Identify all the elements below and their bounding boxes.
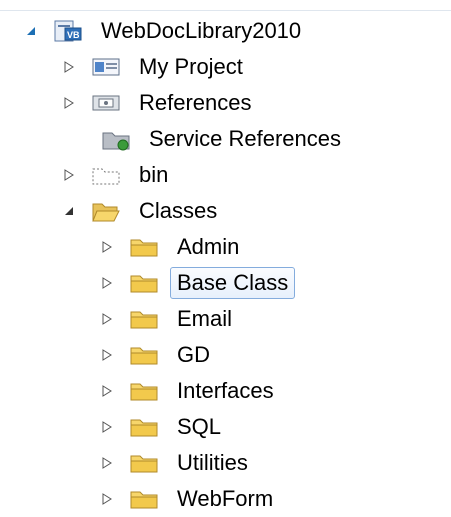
service-references-icon: [100, 127, 132, 151]
classes-label: Classes: [139, 198, 218, 223]
tree-node-webform[interactable]: WebForm: [100, 481, 280, 517]
folder-label: Interfaces: [177, 378, 274, 403]
folder-icon: [128, 307, 160, 331]
tree-node-utilities[interactable]: Utilities: [100, 445, 255, 481]
collapsed-arrow-icon[interactable]: [100, 240, 114, 254]
collapsed-arrow-icon[interactable]: [100, 276, 114, 290]
tree-node-gd[interactable]: GD: [100, 337, 217, 373]
collapsed-arrow-icon[interactable]: [100, 348, 114, 362]
folder-icon: [128, 343, 160, 367]
references-label: References: [139, 90, 252, 115]
tree-node-admin[interactable]: Admin: [100, 229, 246, 265]
collapsed-arrow-icon[interactable]: [100, 492, 114, 506]
expanded-arrow-icon[interactable]: [24, 24, 38, 38]
tree-node-email[interactable]: Email: [100, 301, 239, 337]
folder-label: GD: [177, 342, 210, 367]
my-project-label: My Project: [139, 54, 243, 79]
folder-label: Email: [177, 306, 233, 331]
collapsed-arrow-icon[interactable]: [100, 420, 114, 434]
folder-icon: [128, 451, 160, 475]
collapsed-arrow-icon[interactable]: [100, 312, 114, 326]
folder-icon: [128, 415, 160, 439]
folder-icon: [128, 487, 160, 511]
collapsed-arrow-icon[interactable]: [100, 456, 114, 470]
tree-node-references[interactable]: References: [62, 85, 259, 121]
tree-node-base-class[interactable]: Base Class: [100, 265, 296, 301]
solution-explorer-panel: VB WebDocLibrary2010 My Project Referenc…: [0, 0, 451, 511]
svg-text:VB: VB: [67, 30, 80, 40]
tree-node-service-references[interactable]: Service References: [90, 121, 348, 157]
folder-label: WebForm: [177, 486, 274, 511]
tree-node-my-project[interactable]: My Project: [62, 49, 250, 85]
folder-label: SQL: [177, 414, 222, 439]
tree-node-interfaces[interactable]: Interfaces: [100, 373, 281, 409]
bin-label: bin: [139, 162, 169, 187]
folder-label: Utilities: [177, 450, 248, 475]
folder-label-selected: Base Class: [170, 267, 296, 299]
collapsed-arrow-icon[interactable]: [62, 60, 76, 74]
tree-node-bin[interactable]: bin: [62, 157, 175, 193]
tree-node-classes[interactable]: Classes: [62, 193, 224, 229]
service-references-label: Service References: [149, 126, 341, 151]
dotted-folder-icon: [90, 163, 122, 187]
expanded-arrow-icon[interactable]: [62, 204, 76, 218]
folder-icon: [128, 235, 160, 259]
collapsed-arrow-icon[interactable]: [62, 168, 76, 182]
panel-top-border: [0, 10, 451, 11]
tree-node-project-root[interactable]: VB WebDocLibrary2010: [24, 13, 308, 49]
collapsed-arrow-icon[interactable]: [100, 384, 114, 398]
open-folder-icon: [90, 199, 122, 223]
project-root-label: WebDocLibrary2010: [101, 18, 302, 43]
folder-label: Admin: [177, 234, 240, 259]
folder-icon: [128, 379, 160, 403]
collapsed-arrow-icon[interactable]: [62, 96, 76, 110]
vb-project-icon: VB: [52, 19, 84, 43]
tree-node-sql[interactable]: SQL: [100, 409, 228, 445]
references-icon: [90, 91, 122, 115]
folder-icon: [128, 271, 160, 295]
my-project-icon: [90, 55, 122, 79]
